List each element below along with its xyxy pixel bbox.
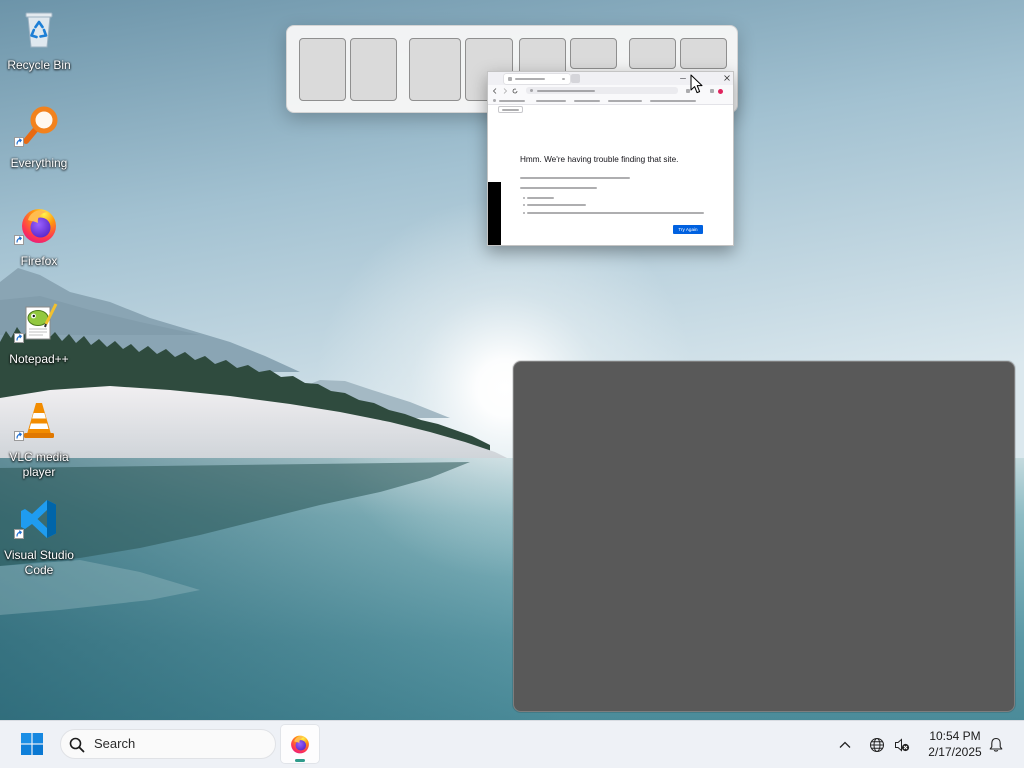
- bookmarks-toolbar: [488, 96, 733, 105]
- desktop-icon-label: Firefox: [20, 254, 58, 268]
- bookmark-item[interactable]: [493, 99, 496, 102]
- search-icon: [69, 737, 85, 753]
- firefox-window[interactable]: Hmm. We're having trouble finding that s…: [487, 71, 734, 246]
- error-bullet: [523, 197, 525, 199]
- taskbar-firefox-button[interactable]: [281, 725, 319, 763]
- error-bullet: [523, 204, 525, 206]
- search-box[interactable]: Search: [60, 729, 276, 759]
- desktop-icon-notepad-plus-plus[interactable]: Notepad++: [0, 302, 78, 384]
- shortcut-arrow-icon: [14, 137, 24, 147]
- desktop-icon-label: Visual Studio Code: [4, 548, 74, 577]
- error-description-line: [520, 187, 597, 189]
- shortcut-arrow-icon: [14, 529, 24, 539]
- bookmark-item[interactable]: [574, 99, 600, 102]
- error-bullet: [523, 212, 525, 214]
- reload-icon[interactable]: [512, 88, 518, 94]
- snap-preview-area: [513, 361, 1015, 712]
- address-text: [537, 89, 595, 92]
- globe-icon[interactable]: [869, 737, 885, 753]
- error-description-line: [520, 177, 630, 179]
- site-info-icon[interactable]: [530, 89, 533, 92]
- bookmark-item[interactable]: [608, 99, 642, 102]
- vlc-icon: [24, 403, 54, 438]
- bookmark-item[interactable]: [499, 99, 525, 102]
- active-app-indicator: [295, 759, 305, 762]
- bookmark-item[interactable]: [536, 99, 566, 102]
- import-button-label: [502, 108, 519, 111]
- desktop-icon-vscode[interactable]: Visual Studio Code: [0, 498, 78, 580]
- try-again-button[interactable]: Try Again: [673, 225, 703, 234]
- minimize-icon[interactable]: [680, 78, 686, 79]
- snap-zone-halves-right[interactable]: [350, 38, 397, 101]
- desktop-icon-label: Notepad++: [9, 352, 69, 366]
- everything-icon: [23, 106, 58, 144]
- clock-date: 2/17/2025: [928, 745, 982, 759]
- shortcut-arrow-icon: [14, 235, 24, 245]
- firefox-icon: [19, 204, 59, 246]
- arrow-cursor-icon: [690, 74, 703, 94]
- system-clock[interactable]: 10:54 PM 2/17/2025: [923, 728, 987, 760]
- account-icon[interactable]: [718, 88, 723, 94]
- black-overlay-strip: [488, 182, 501, 245]
- snap-zone-top-right[interactable]: [570, 38, 617, 69]
- error-suggestion-line: [527, 212, 704, 214]
- notepad-plus-plus-icon: [25, 303, 58, 340]
- error-heading: Hmm. We're having trouble finding that s…: [520, 155, 679, 164]
- search-placeholder: Search: [94, 736, 136, 751]
- desktop-icon-recycle-bin[interactable]: Recycle Bin: [0, 8, 78, 90]
- bell-icon[interactable]: [988, 737, 1004, 753]
- tab-close-icon[interactable]: [562, 78, 565, 80]
- desktop-icon-label: Everything: [10, 156, 68, 170]
- new-tab-button[interactable]: [571, 74, 580, 83]
- snap-zone-halves-left[interactable]: [299, 38, 346, 101]
- taskbar: Search 10:54 PM 2/17/2025: [0, 720, 1024, 768]
- bookmark-item[interactable]: [650, 99, 696, 102]
- firefox-icon: [289, 733, 311, 755]
- desktop-icon-label: Recycle Bin: [7, 58, 71, 72]
- shortcut-arrow-icon: [14, 431, 24, 441]
- forward-icon[interactable]: [502, 88, 508, 94]
- recycle-bin-icon: [25, 12, 53, 48]
- extensions-icon[interactable]: [710, 89, 714, 93]
- error-suggestion-line: [527, 197, 554, 199]
- address-bar[interactable]: [526, 87, 678, 94]
- snap-zone-quad-top-left[interactable]: [629, 38, 676, 69]
- desktop-icon-label: VLC media player: [9, 450, 69, 479]
- tab-favicon: [508, 77, 512, 81]
- desktop-icon-vlc[interactable]: VLC media player: [0, 400, 78, 482]
- volume-muted-icon[interactable]: [894, 737, 910, 753]
- close-icon[interactable]: [724, 75, 730, 81]
- vscode-icon: [21, 500, 56, 538]
- desktop-icon-everything[interactable]: Everything: [0, 106, 78, 188]
- clock-time: 10:54 PM: [929, 729, 981, 743]
- desktop[interactable]: Recycle Bin Everything Firefox Notepad++: [0, 0, 1024, 720]
- chevron-up-icon[interactable]: [838, 738, 852, 752]
- browser-tab[interactable]: [504, 74, 570, 84]
- tab-title: [515, 78, 545, 80]
- windows-start-icon[interactable]: [21, 733, 43, 755]
- back-icon[interactable]: [492, 88, 498, 94]
- snap-zone-wide-left[interactable]: [409, 38, 461, 101]
- shortcut-arrow-icon: [14, 333, 24, 343]
- desktop-icon-firefox[interactable]: Firefox: [0, 204, 78, 286]
- snap-zone-quad-top-right[interactable]: [680, 38, 727, 69]
- error-suggestion-line: [527, 204, 586, 206]
- toolbar-import-button[interactable]: [498, 106, 523, 113]
